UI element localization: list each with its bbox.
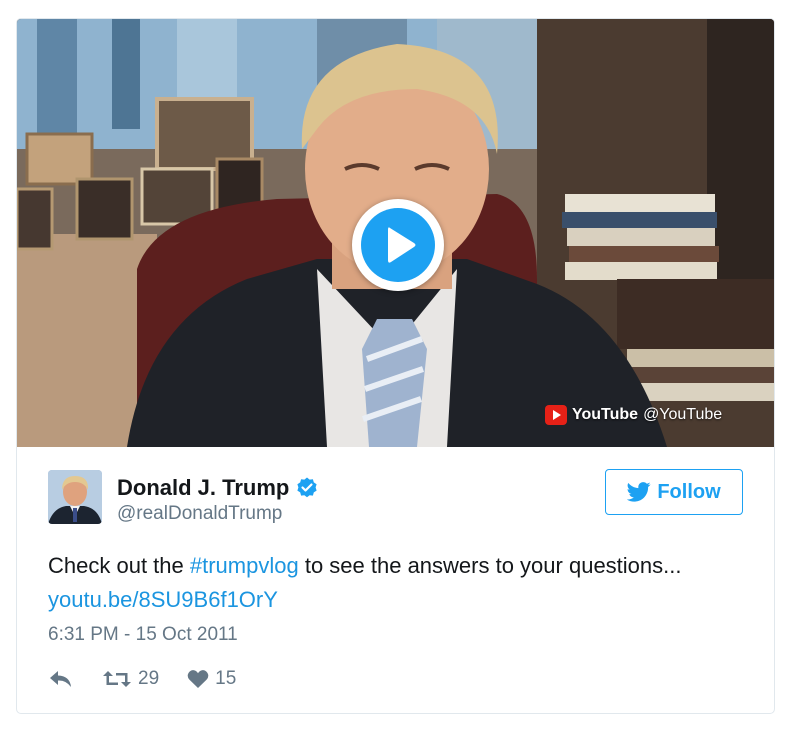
- youtube-attribution[interactable]: YouTube @YouTube: [545, 404, 722, 426]
- author-name-row: Donald J. Trump: [117, 475, 319, 501]
- tweet-text-before: Check out the: [48, 553, 190, 578]
- video-url-link[interactable]: youtu.be/8SU9B6f1OrY: [48, 587, 278, 612]
- play-icon: [361, 208, 435, 282]
- twitter-bird-icon: [627, 482, 651, 502]
- avatar[interactable]: [48, 470, 102, 524]
- verified-badge-icon: [295, 476, 319, 500]
- reply-button[interactable]: [48, 669, 74, 689]
- hashtag-link[interactable]: #trumpvlog: [190, 553, 299, 578]
- youtube-provider-handle: @YouTube: [643, 406, 723, 423]
- author-name[interactable]: Donald J. Trump: [117, 475, 289, 501]
- like-count: 15: [215, 668, 237, 689]
- reply-icon: [50, 671, 71, 687]
- like-button[interactable]: 15: [187, 668, 236, 690]
- tweet-text: Check out the #trumpvlog to see the answ…: [48, 549, 738, 617]
- video-thumbnail[interactable]: YouTube @YouTube: [17, 19, 774, 447]
- retweet-icon: [103, 671, 131, 687]
- tweet-timestamp[interactable]: 6:31 PM - 15 Oct 2011: [48, 624, 238, 646]
- author-handle[interactable]: @realDonaldTrump: [117, 503, 282, 525]
- tweet-card: YouTube @YouTube Donald J. Trump @realDo…: [16, 18, 775, 714]
- heart-icon: [187, 670, 209, 688]
- follow-button[interactable]: Follow: [605, 469, 743, 515]
- play-button[interactable]: [352, 199, 444, 291]
- retweet-button[interactable]: 29: [102, 668, 159, 690]
- tweet-actions: 29 15: [48, 664, 236, 694]
- follow-button-label: Follow: [657, 480, 721, 503]
- tweet-text-middle: to see the answers to your questions...: [298, 553, 682, 578]
- youtube-logo-icon: [545, 405, 567, 425]
- retweet-count: 29: [138, 668, 160, 689]
- youtube-provider-name: YouTube: [572, 406, 639, 423]
